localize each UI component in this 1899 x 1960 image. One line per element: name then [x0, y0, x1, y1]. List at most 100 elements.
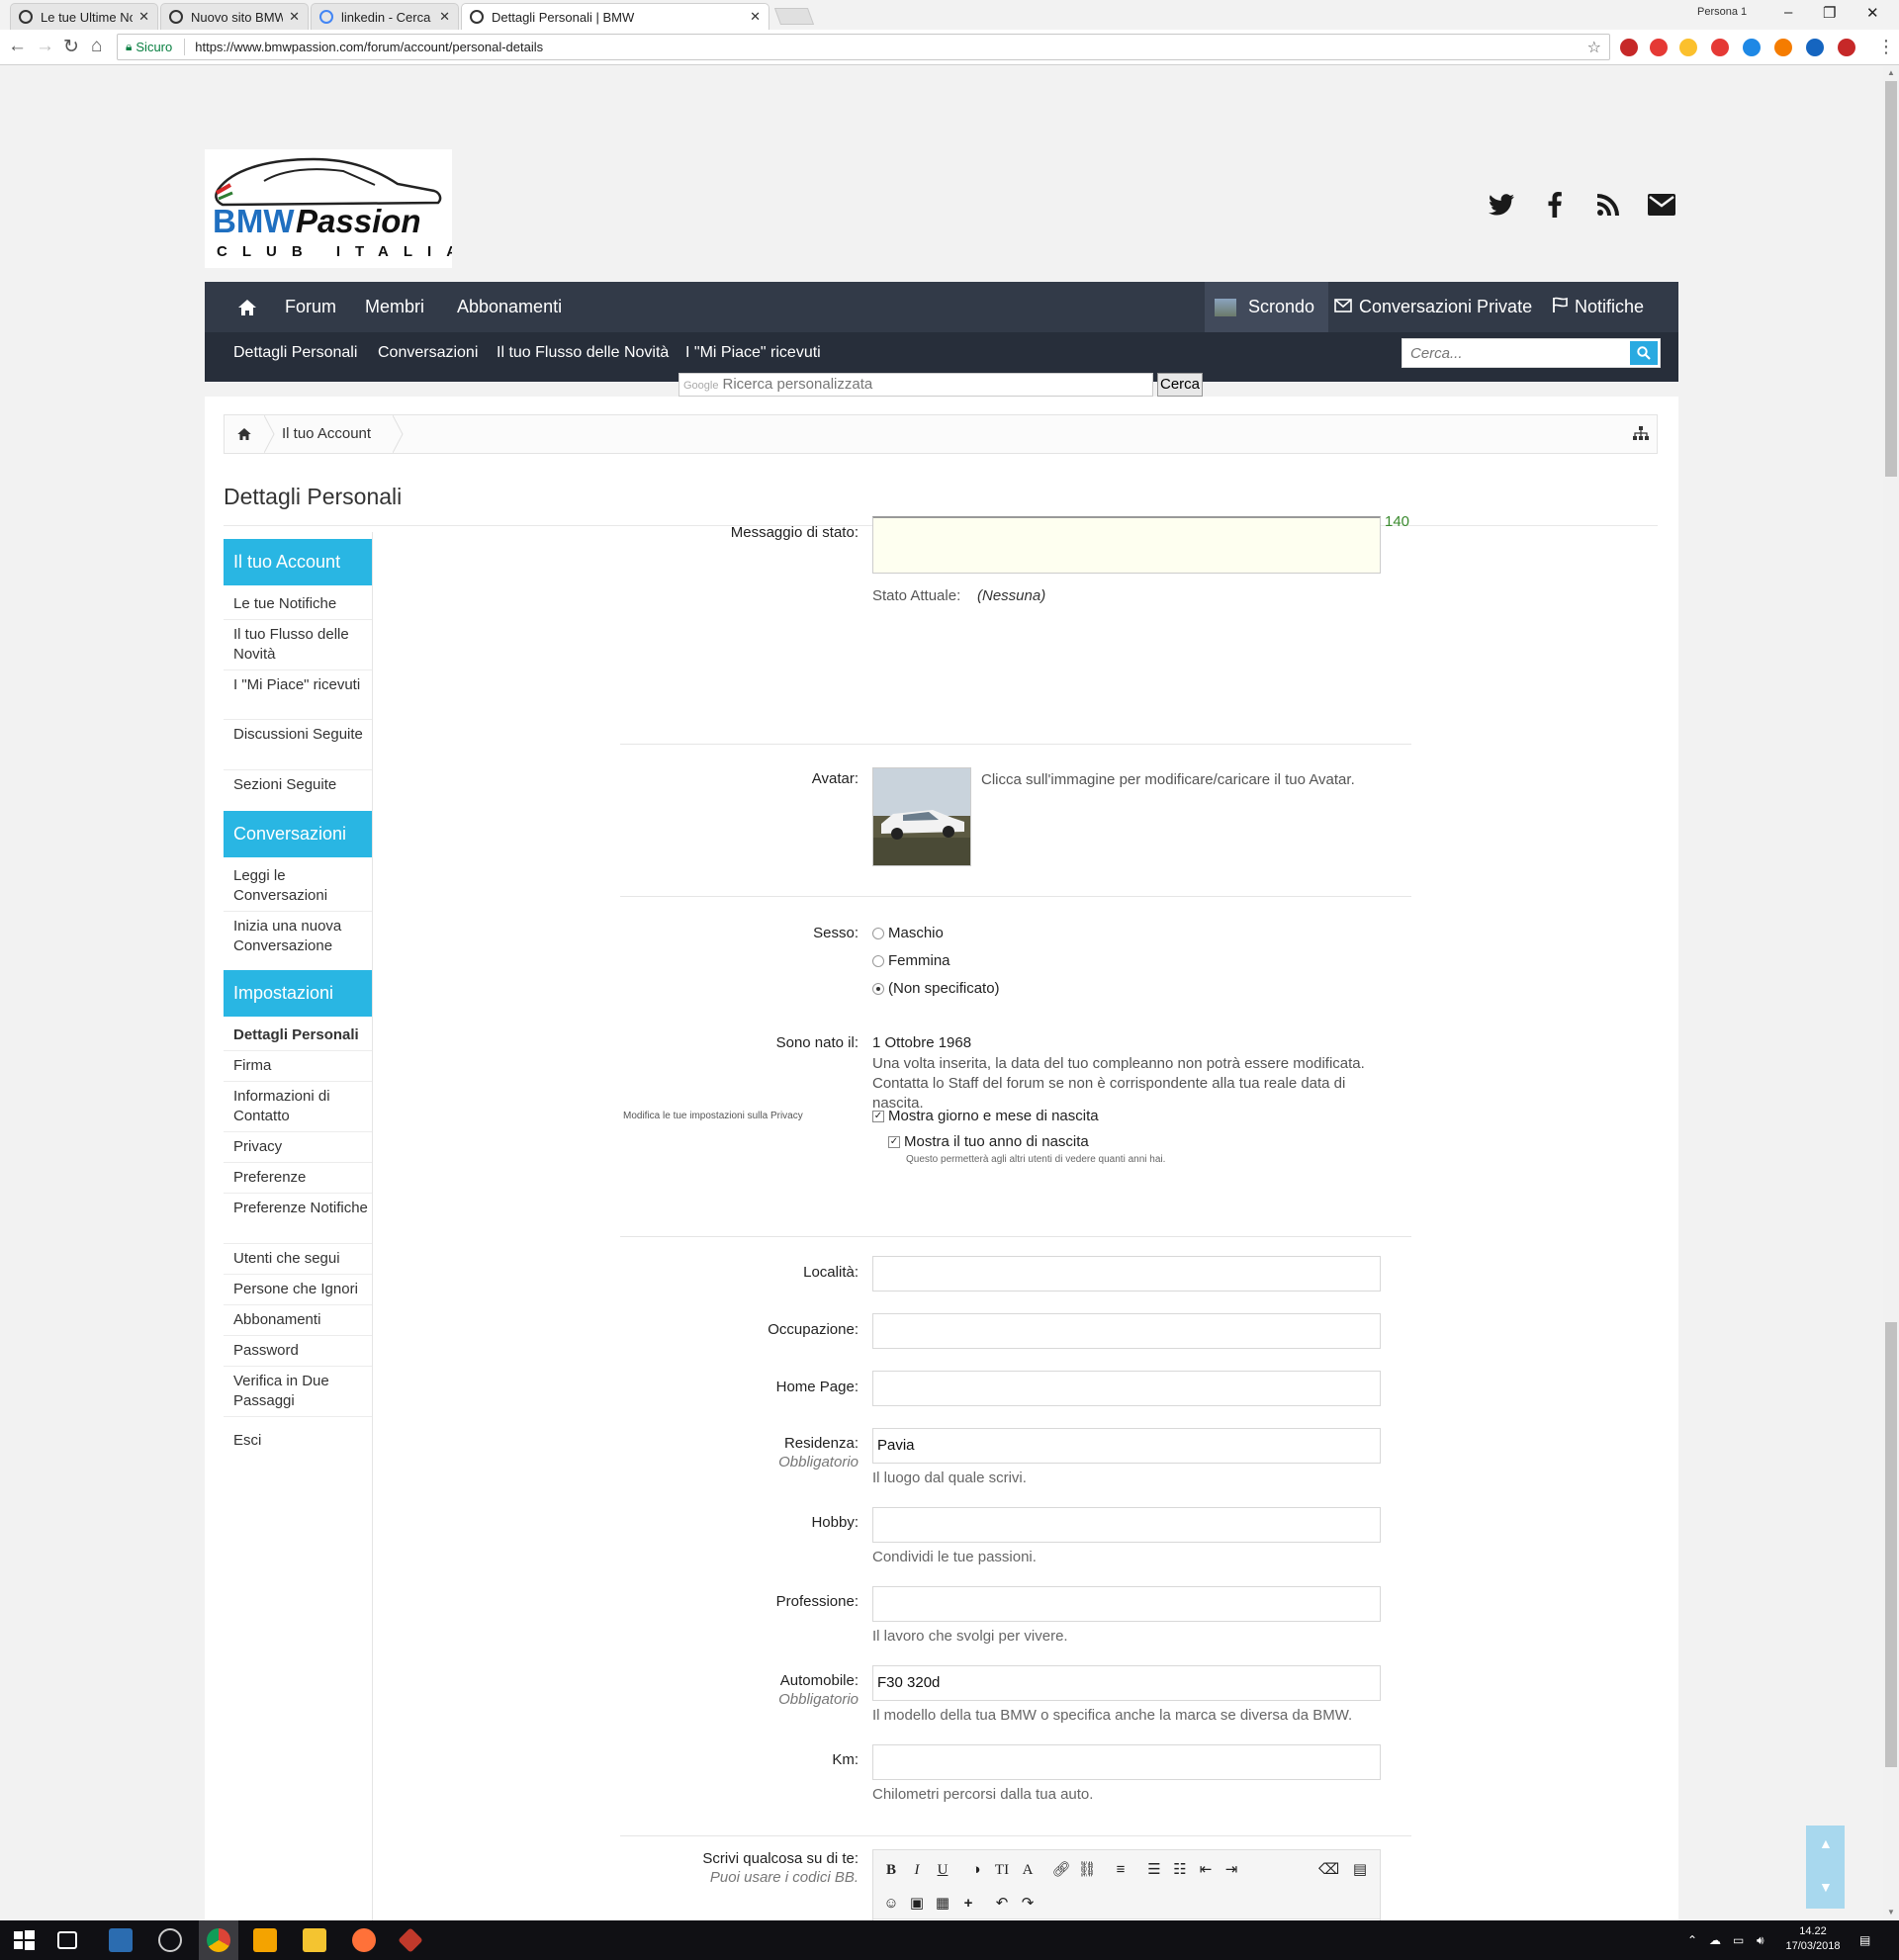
gender-option-unspecified[interactable]: (Non specificato) [872, 980, 1000, 997]
url-text[interactable]: https://www.bmwpassion.com/forum/account… [195, 40, 543, 54]
reload-icon[interactable]: ↻ [63, 36, 79, 58]
gender-option-male[interactable]: Maschio [872, 925, 944, 941]
onedrive-icon[interactable]: ☁ [1709, 1933, 1721, 1947]
bold-icon[interactable]: B [881, 1860, 901, 1880]
checkbox[interactable]: ✓ [872, 1110, 884, 1122]
indent-icon[interactable]: ⇥ [1221, 1860, 1241, 1880]
sidebar-item-likes[interactable]: I "Mi Piace" ricevuti [224, 670, 372, 720]
action-center-icon[interactable]: ▤ [1859, 1933, 1870, 1947]
sidebar-item-password[interactable]: Password [224, 1336, 372, 1367]
profession-field[interactable] [872, 1586, 1381, 1622]
restore-icon[interactable]: ❐ [1823, 4, 1836, 22]
sidebar-item-new-conversation[interactable]: Inizia una nuova Conversazione [224, 912, 372, 962]
bookmark-star-icon[interactable]: ☆ [1587, 38, 1601, 57]
unlink-icon[interactable]: ⛓︎ [1077, 1860, 1097, 1880]
outlook-icon[interactable] [253, 1928, 277, 1952]
star-extension-icon[interactable] [1679, 39, 1697, 56]
extension-icon[interactable] [1650, 39, 1668, 56]
app-icon[interactable] [109, 1928, 133, 1952]
app-icon[interactable] [158, 1928, 182, 1952]
rss-icon[interactable] [1594, 191, 1622, 219]
breadcrumb-home-icon[interactable] [225, 415, 264, 453]
new-tab-button[interactable] [773, 8, 815, 25]
media-icon[interactable]: ▦ [933, 1894, 952, 1914]
google-search-input[interactable]: Google Ricerca personalizzata [678, 373, 1153, 397]
scroll-down-icon[interactable]: ▼ [1819, 1879, 1833, 1895]
twitter-icon[interactable] [1488, 191, 1515, 219]
close-tab-icon[interactable]: ✕ [289, 9, 300, 25]
firefox-icon[interactable] [352, 1928, 376, 1952]
smiley-icon[interactable]: ☺ [881, 1894, 901, 1914]
sidebar-item-following[interactable]: Utenti che segui [224, 1244, 372, 1275]
extension-icon[interactable] [1774, 39, 1792, 56]
page-scrollbar[interactable]: ▲ ▼ [1883, 66, 1899, 1920]
nav-members[interactable]: Membri [365, 282, 424, 332]
font-icon[interactable]: A [1018, 1860, 1038, 1880]
homepage-field[interactable] [872, 1371, 1381, 1406]
sidebar-head-conversations[interactable]: Conversazioni [224, 811, 372, 857]
scrollbar-thumb[interactable] [1885, 81, 1897, 477]
undo-icon[interactable]: ↶ [992, 1894, 1012, 1914]
app-icon[interactable] [398, 1927, 423, 1953]
status-textarea[interactable] [872, 516, 1381, 574]
sidebar-item-two-step[interactable]: Verifica in Due Passaggi [224, 1367, 372, 1417]
sitemap-icon[interactable] [1633, 426, 1649, 445]
sidebar-item-logout[interactable]: Esci [224, 1426, 372, 1457]
chrome-icon[interactable] [207, 1928, 230, 1952]
checkbox[interactable]: ✓ [888, 1135, 900, 1148]
residence-field[interactable]: Pavia [872, 1428, 1381, 1464]
sidebar-item-read-conversations[interactable]: Leggi le Conversazioni [224, 861, 372, 912]
tab-google-search[interactable]: linkedin - Cerca con Goog ✕ [311, 3, 459, 30]
browser-menu-icon[interactable]: ⋮ [1877, 37, 1895, 57]
sidebar-head-settings[interactable]: Impostazioni [224, 970, 372, 1017]
font-size-icon[interactable]: TI [992, 1860, 1012, 1880]
sidebar-item-watched-threads[interactable]: Discussioni Seguite [224, 720, 372, 770]
windows-start-icon[interactable] [12, 1928, 36, 1952]
privacy-settings-link[interactable]: Modifica le tue impostazioni sulla Priva… [623, 1111, 803, 1121]
sidebar-item-personal-details[interactable]: Dettagli Personali [224, 1021, 372, 1051]
underline-icon[interactable]: U [933, 1860, 952, 1880]
close-tab-icon[interactable]: ✕ [439, 9, 450, 25]
about-editor[interactable]: B I U ◑ TI A 🔗︎ ⛓︎ ≡ ☰ ☷ ⇤ ⇥ ⌫ ▤ ☺ ▣ ▦ +… [872, 1849, 1381, 1920]
google-search-button[interactable]: Cerca [1157, 373, 1203, 397]
avatar[interactable] [872, 767, 971, 866]
subnav-personal-details[interactable]: Dettagli Personali [233, 332, 357, 374]
close-window-icon[interactable]: ✕ [1866, 4, 1879, 22]
minimize-icon[interactable]: – [1784, 4, 1792, 21]
location-field[interactable] [872, 1256, 1381, 1292]
nav-user-menu[interactable]: Scrondo [1205, 282, 1328, 332]
site-logo[interactable]: BMW Passion CLUB ITALIA [205, 149, 452, 268]
radio-button[interactable] [872, 954, 884, 967]
numbered-list-icon[interactable]: ☷ [1170, 1860, 1190, 1880]
hobby-field[interactable] [872, 1507, 1381, 1543]
image-icon[interactable]: ▣ [907, 1894, 927, 1914]
sidebar-item-signature[interactable]: Firma [224, 1051, 372, 1082]
sidebar-head-account[interactable]: Il tuo Account [224, 539, 372, 585]
scroll-down-arrow-icon[interactable]: ▼ [1887, 1908, 1895, 1916]
sidebar-item-watched-forums[interactable]: Sezioni Seguite [224, 770, 372, 801]
bullet-list-icon[interactable]: ☰ [1144, 1860, 1164, 1880]
email-icon[interactable] [1648, 191, 1675, 219]
sidebar-item-subscriptions[interactable]: Abbonamenti [224, 1305, 372, 1336]
google-extension-icon[interactable] [1806, 39, 1824, 56]
search-icon[interactable] [1630, 341, 1658, 365]
sidebar-item-news-feed[interactable]: Il tuo Flusso delle Novità [224, 620, 372, 670]
sidebar-item-privacy[interactable]: Privacy [224, 1132, 372, 1163]
translate-extension-icon[interactable] [1743, 39, 1761, 56]
show-dob-year-checkbox[interactable]: ✓ Mostra il tuo anno di nascita [888, 1133, 1089, 1150]
scroll-up-icon[interactable]: ▲ [1819, 1835, 1833, 1851]
occupation-field[interactable] [872, 1313, 1381, 1349]
network-icon[interactable]: ▭ [1733, 1933, 1744, 1947]
text-color-icon[interactable]: ◑ [966, 1860, 986, 1880]
close-tab-icon[interactable]: ✕ [750, 9, 761, 25]
outdent-icon[interactable]: ⇤ [1196, 1860, 1216, 1880]
facebook-icon[interactable] [1541, 191, 1569, 219]
remove-format-icon[interactable]: ⌫ [1318, 1860, 1339, 1880]
scroll-up-arrow-icon[interactable]: ▲ [1887, 68, 1895, 77]
car-field[interactable]: F30 320d [872, 1665, 1381, 1701]
home-icon[interactable]: ⌂ [91, 36, 102, 57]
nav-private-conversations[interactable]: Conversazioni Private [1334, 282, 1532, 332]
redo-icon[interactable]: ↷ [1018, 1894, 1038, 1914]
km-field[interactable] [872, 1744, 1381, 1780]
nav-forum[interactable]: Forum [285, 282, 336, 332]
